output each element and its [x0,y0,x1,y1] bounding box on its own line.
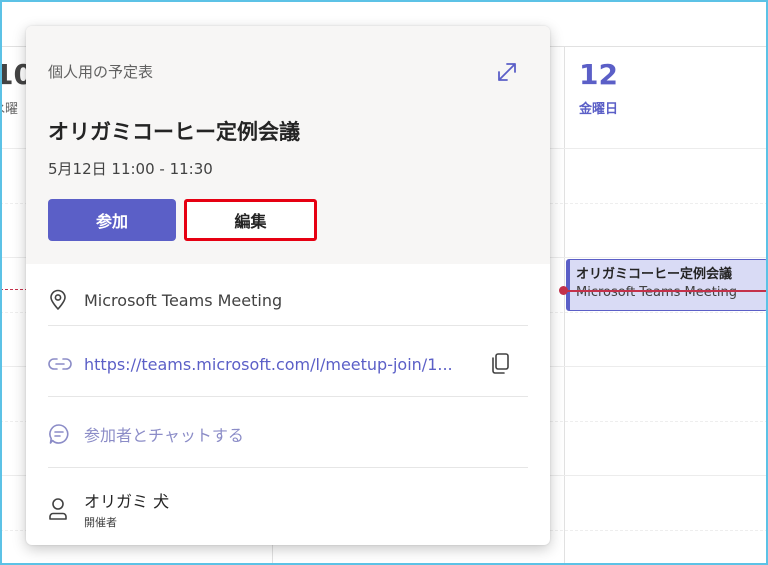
event-location: Microsoft Teams Meeting [576,285,737,300]
current-time-line-faint [0,289,28,290]
calendar-name: 個人用の予定表 [48,63,154,81]
chat-icon [48,422,84,446]
day-number-fri[interactable]: 12 [579,58,618,91]
chat-row[interactable]: 参加者とチャットする [48,422,528,446]
location-pin-icon [48,288,84,312]
expand-icon[interactable] [494,59,520,85]
day-column-divider [564,46,565,565]
popup-header: 個人用の予定表 オリガミコーヒー定例会議 5月12日 11:00 - 11:30… [26,26,550,264]
join-button[interactable]: 参加 [48,199,176,241]
organizer-name[interactable]: オリガミ 犬 [84,488,169,512]
organizer-role: 開催者 [84,516,117,529]
divider [48,467,528,468]
meeting-link[interactable]: https://teams.microsoft.com/l/meetup-joi… [84,355,453,374]
calendar-event[interactable]: オリガミコーヒー定例会議 Microsoft Teams Meeting [566,259,768,311]
location-text: Microsoft Teams Meeting [84,290,283,310]
location-row: Microsoft Teams Meeting [48,288,528,312]
event-title: オリガミコーヒー定例会議 [576,267,733,282]
current-time-dot [559,286,568,295]
link-row: https://teams.microsoft.com/l/meetup-joi… [48,352,528,376]
copy-icon[interactable] [490,352,512,376]
current-time-line [564,290,768,292]
link-icon [48,352,84,376]
chat-with-participants: 参加者とチャットする [84,426,244,445]
meeting-title: オリガミコーヒー定例会議 [48,120,300,144]
divider [48,396,528,397]
day-name-wed: 水曜 [0,102,19,117]
person-icon [48,497,84,521]
organizer-row: オリガミ 犬 開催者 [48,488,528,530]
edit-button[interactable]: 編集 [184,199,317,241]
event-details-popup: 個人用の予定表 オリガミコーヒー定例会議 5月12日 11:00 - 11:30… [26,26,550,545]
divider [48,325,528,326]
day-name-fri: 金曜日 [579,102,619,117]
meeting-time: 5月12日 11:00 - 11:30 [48,160,213,178]
